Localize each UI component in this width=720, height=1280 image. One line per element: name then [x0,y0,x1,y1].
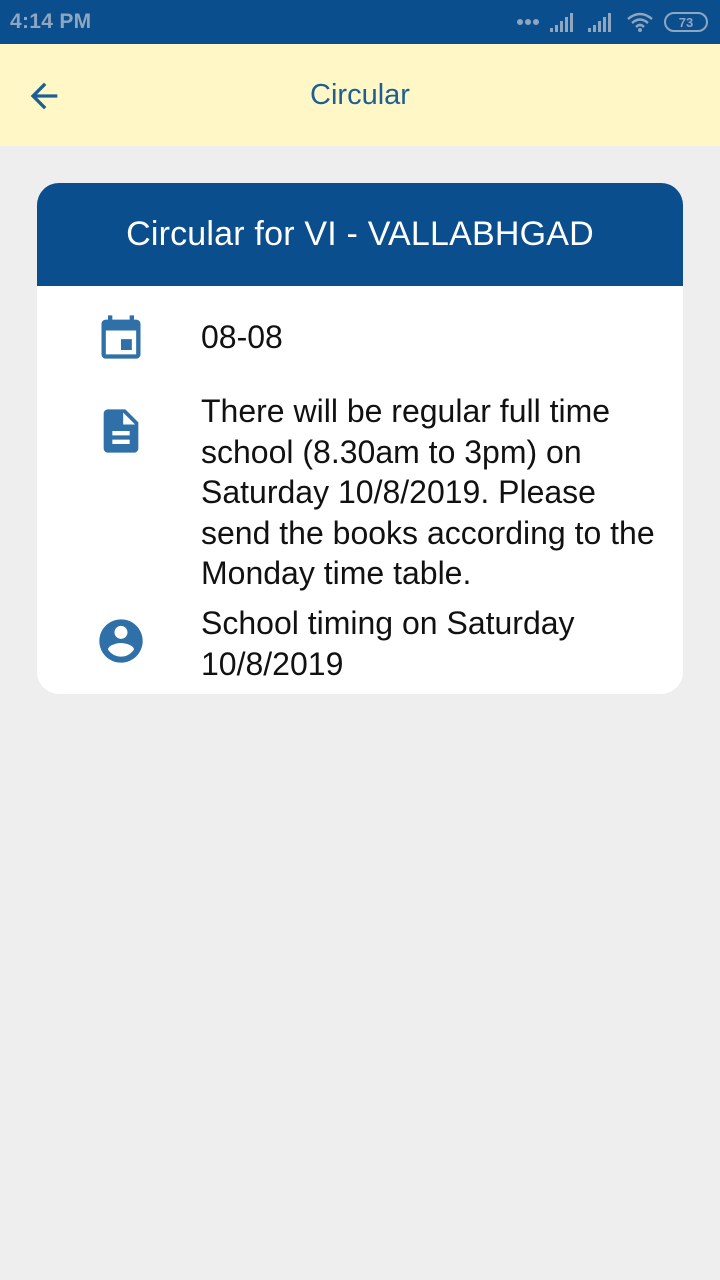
page-title: Circular [310,78,410,111]
calendar-icon [101,315,141,359]
circular-date: 08-08 [201,319,283,355]
wifi-icon [627,12,653,32]
dots-icon [517,19,539,25]
status-bar: 4:14 PM 73 [0,0,720,44]
arrow-back-icon [30,82,58,110]
back-button[interactable] [22,74,66,118]
account-circle-icon [99,619,143,663]
signal-icon-2 [588,13,611,32]
circular-subject: School timing on Saturday 10/8/2019 [201,605,575,682]
status-icons: 73 [516,12,708,32]
battery-indicator: 73 [664,12,708,32]
signal-icon [550,13,573,32]
card-header: Circular for VI - VALLABHGAD [37,183,683,286]
circular-description: There will be regular full time school (… [201,393,655,591]
status-time: 4:14 PM [10,10,92,33]
document-icon [103,409,139,453]
app-bar: Circular [0,44,720,146]
circular-card: Circular for VI - VALLABHGAD 08-08 There… [37,183,683,694]
card-title: Circular for VI - VALLABHGAD [126,215,594,253]
